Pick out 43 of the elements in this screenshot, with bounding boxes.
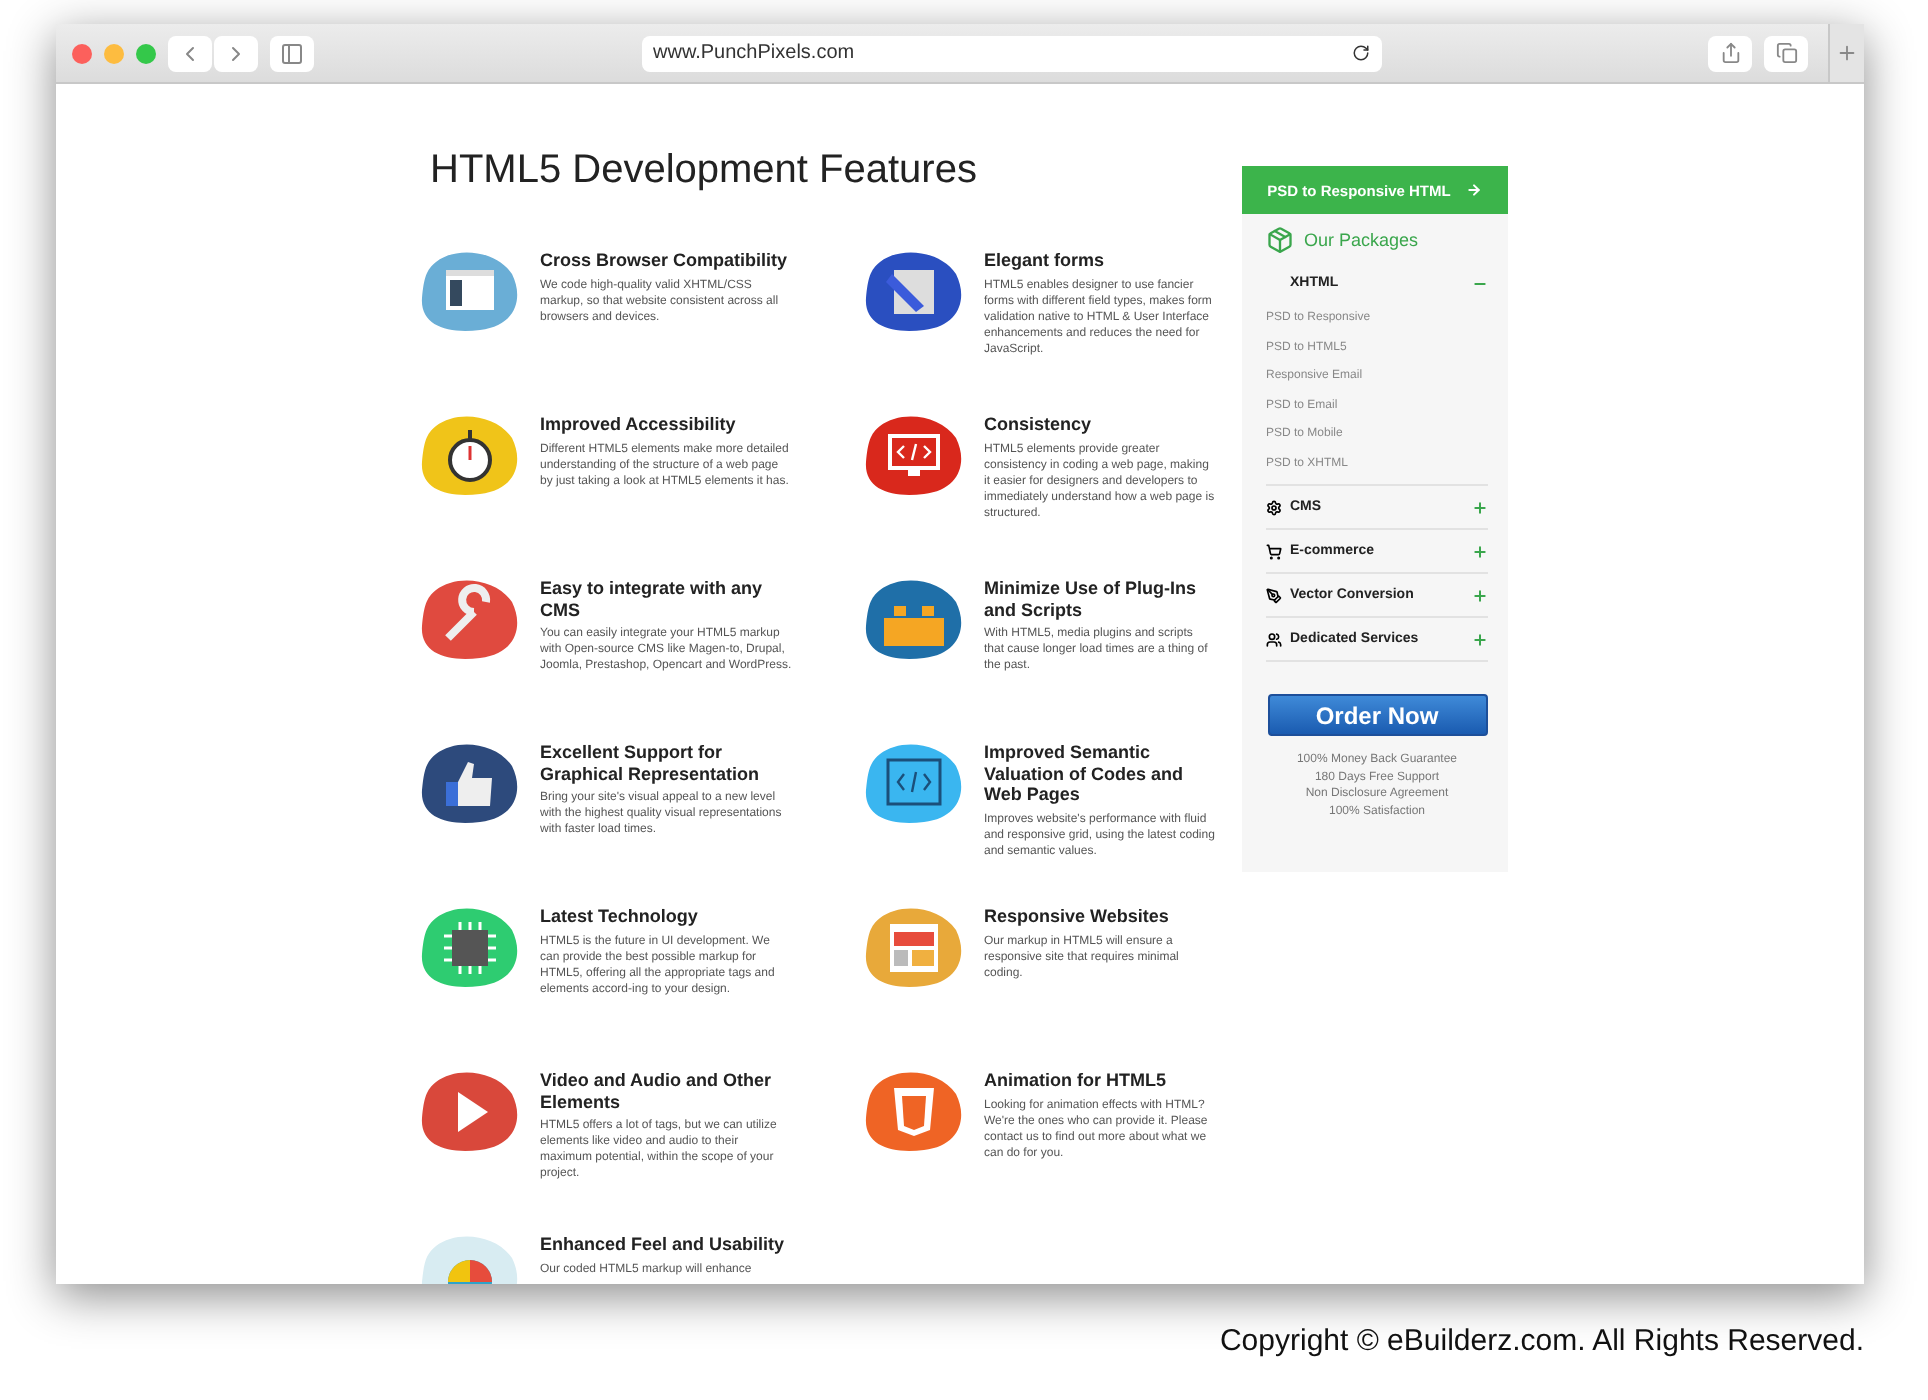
tabs-icon xyxy=(1775,42,1797,64)
expand-icon[interactable] xyxy=(1472,499,1488,515)
feature-title: Elegant forms xyxy=(984,250,1107,271)
feature-title: Latest Technology xyxy=(540,906,700,927)
feature-title: Enhanced Feel and Usability xyxy=(540,1234,787,1255)
back-button[interactable] xyxy=(168,35,212,71)
close-window-dot[interactable] xyxy=(72,43,92,63)
reload-icon[interactable] xyxy=(1351,44,1369,62)
plus-icon xyxy=(1836,42,1858,64)
order-now-button[interactable]: Order Now xyxy=(1267,694,1487,736)
expand-icon[interactable] xyxy=(1472,631,1488,647)
expand-icon[interactable] xyxy=(1472,587,1488,603)
maximize-window-dot[interactable] xyxy=(136,43,156,63)
package-icon xyxy=(1266,226,1294,254)
page-title: HTML5 Development Features xyxy=(430,148,979,194)
minimize-window-dot[interactable] xyxy=(104,43,124,63)
feature-title: Consistency xyxy=(984,414,1094,435)
sidebar-icon xyxy=(280,41,304,65)
users-icon xyxy=(1266,631,1282,647)
feature-title: Minimize Use of Plug-Ins and Scripts xyxy=(984,578,1199,620)
new-tab-button[interactable] xyxy=(1828,24,1864,82)
sidebar-button[interactable] xyxy=(270,35,314,71)
share-button[interactable] xyxy=(1708,35,1752,71)
feature-title: Easy to integrate with any CMS xyxy=(540,578,765,620)
feature-title: Animation for HTML5 xyxy=(984,1070,1168,1091)
gear-icon xyxy=(1266,499,1282,515)
copyright-text: Copyright © eBuilderz.com. All Rights Reserved. xyxy=(1219,1324,1864,1358)
cart-icon xyxy=(1266,543,1282,559)
forward-button[interactable] xyxy=(214,35,258,71)
feature-title: Improved Accessibility xyxy=(540,414,738,435)
arrow-right-icon xyxy=(1466,182,1483,198)
tabs-button[interactable] xyxy=(1764,35,1808,71)
share-icon xyxy=(1719,42,1741,64)
address-bar[interactable]: www.PunchPixels.com xyxy=(641,35,1381,71)
feature-title: Improved Semantic Valuation of Codes and Web Pages xyxy=(984,742,1186,805)
feature-title: Cross Browser Compatibility xyxy=(540,250,790,271)
expand-icon[interactable] xyxy=(1472,543,1488,559)
feature-title: Video and Audio and Other Elements xyxy=(540,1070,774,1112)
feature-title: Excellent Support for Graphical Representation xyxy=(540,742,762,784)
packages-heading: Our Packages xyxy=(1304,230,1419,250)
url-text: www.PunchPixels.com xyxy=(653,42,855,64)
feature-title: Responsive Websites xyxy=(984,906,1171,927)
pen-icon xyxy=(1266,587,1282,603)
